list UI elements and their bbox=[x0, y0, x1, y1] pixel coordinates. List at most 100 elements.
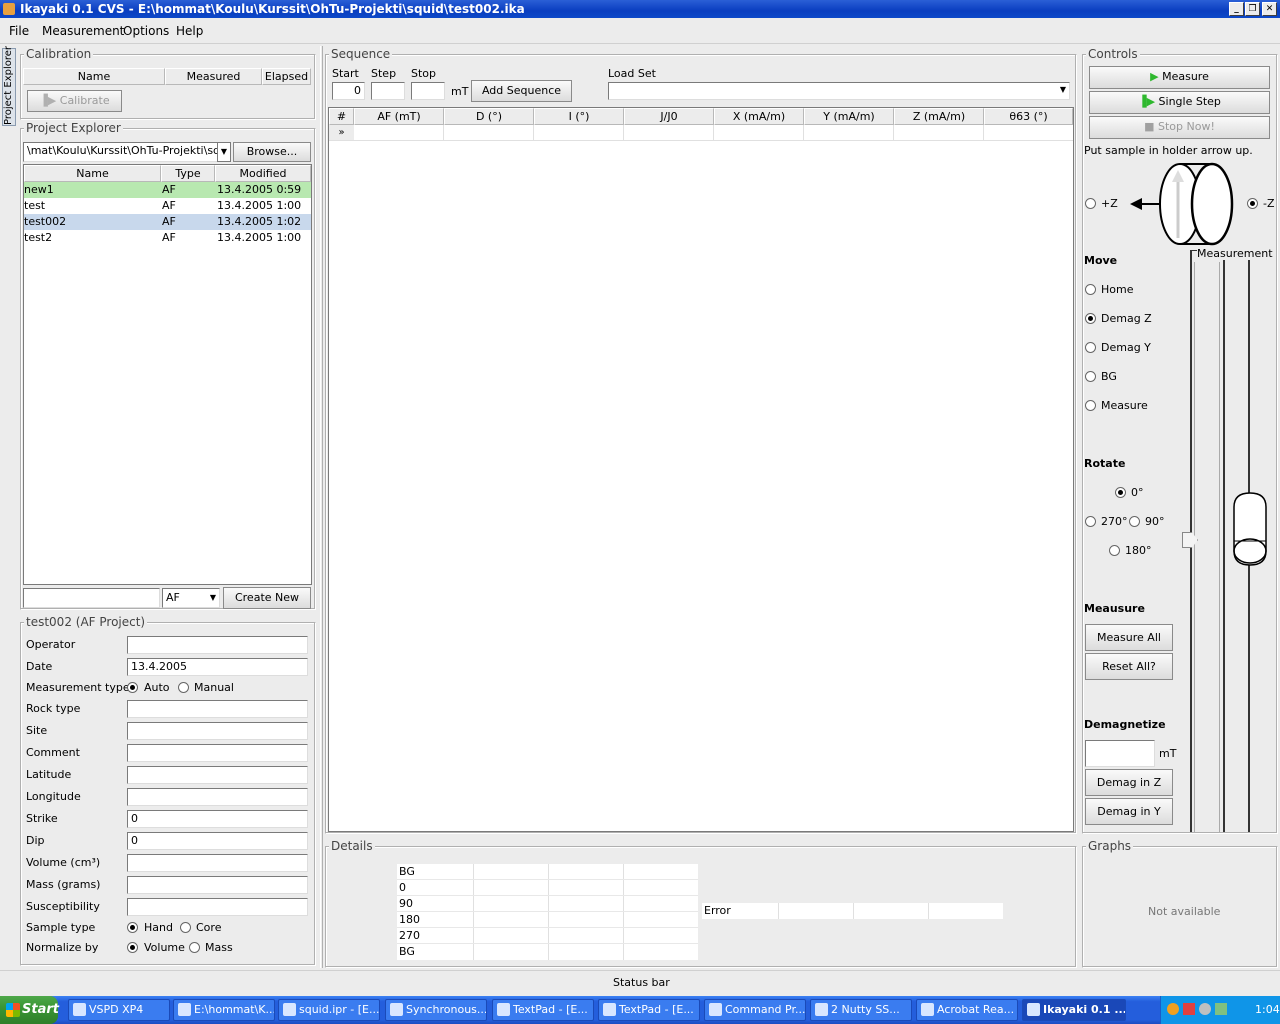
window-title-bar[interactable]: Ikayaki 0.1 CVS - E:\hommat\Koulu\Kurssi… bbox=[0, 0, 1280, 18]
tray-app-icon[interactable] bbox=[1199, 1003, 1211, 1015]
seq-col-x[interactable]: X (mA/m) bbox=[714, 108, 804, 125]
table-row-selected[interactable]: test002 AF 13.4.2005 1:02 bbox=[24, 214, 311, 230]
radio-label: 0° bbox=[1131, 486, 1144, 499]
vertical-splitter[interactable] bbox=[320, 46, 323, 968]
add-sequence-button[interactable]: Add Sequence bbox=[471, 80, 572, 102]
calibration-title: Calibration bbox=[24, 47, 94, 61]
taskbar-item[interactable]: TextPad - [E... bbox=[492, 999, 594, 1021]
taskbar-item[interactable]: Command Pr... bbox=[704, 999, 806, 1021]
taskbar-item[interactable]: TextPad - [E... bbox=[598, 999, 700, 1021]
stop-now-button[interactable]: ■ Stop Now! bbox=[1089, 116, 1270, 139]
minus-z-radio[interactable] bbox=[1247, 198, 1258, 209]
explorer-col-name[interactable]: Name bbox=[24, 165, 161, 182]
taskbar-item[interactable]: E:\hommat\K... bbox=[173, 999, 275, 1021]
seq-col-d[interactable]: D (°) bbox=[444, 108, 534, 125]
close-button[interactable]: ✕ bbox=[1262, 2, 1277, 16]
date-field[interactable]: 13.4.2005 bbox=[127, 658, 308, 676]
browse-button[interactable]: Browse... bbox=[233, 142, 311, 162]
minimize-button[interactable]: _ bbox=[1229, 2, 1244, 16]
measure-all-button[interactable]: Measure All bbox=[1085, 624, 1173, 651]
taskbar-item[interactable]: VSPD XP4 bbox=[68, 999, 170, 1021]
calibration-col-name[interactable]: Name bbox=[23, 68, 165, 85]
project-explorer-side-tab[interactable]: Project Explorer bbox=[2, 46, 16, 126]
explorer-col-type[interactable]: Type bbox=[161, 165, 215, 182]
start-button[interactable]: Start bbox=[0, 996, 59, 1024]
create-new-button[interactable]: Create New bbox=[223, 587, 311, 609]
field-label: Site bbox=[26, 724, 48, 737]
calibration-col-measured[interactable]: Measured bbox=[165, 68, 262, 85]
site-field[interactable] bbox=[127, 722, 308, 740]
calibration-col-elapsed[interactable]: Elapsed bbox=[262, 68, 311, 85]
move-home-radio[interactable] bbox=[1085, 284, 1096, 295]
table-row[interactable]: new1 AF 13.4.2005 0:59 bbox=[24, 182, 311, 198]
table-row[interactable]: test2 AF 13.4.2005 1:00 bbox=[24, 230, 311, 246]
load-set-select[interactable]: ▼ bbox=[608, 82, 1070, 100]
new-project-type-select[interactable]: AF ▼ bbox=[162, 588, 220, 608]
operator-field[interactable] bbox=[127, 636, 308, 654]
path-dropdown-icon[interactable]: ▼ bbox=[217, 142, 231, 162]
taskbar-item[interactable]: Synchronous... bbox=[385, 999, 487, 1021]
taskbar-item[interactable]: Acrobat Rea... bbox=[916, 999, 1018, 1021]
tray-app-icon[interactable] bbox=[1183, 1003, 1195, 1015]
demag-amplitude-input[interactable] bbox=[1085, 740, 1155, 767]
tray-app-icon[interactable] bbox=[1215, 1003, 1227, 1015]
taskbar-item[interactable]: squid.ipr - [E... bbox=[278, 999, 380, 1021]
measure-button[interactable]: ▶ Measure bbox=[1089, 66, 1270, 89]
longitude-field[interactable] bbox=[127, 788, 308, 806]
calibrate-button[interactable]: ▐▶ Calibrate bbox=[27, 90, 122, 112]
rotate-180-radio[interactable] bbox=[1109, 545, 1120, 556]
mass-field[interactable] bbox=[127, 876, 308, 894]
rotate-90-radio[interactable] bbox=[1129, 516, 1140, 527]
measurement-type-auto-radio[interactable] bbox=[127, 682, 138, 693]
sequence-step-input[interactable] bbox=[371, 82, 405, 100]
seq-col-z[interactable]: Z (mA/m) bbox=[894, 108, 984, 125]
taskbar-item[interactable]: 2 Nutty SS... bbox=[810, 999, 912, 1021]
seq-col-index[interactable]: # bbox=[329, 108, 354, 125]
new-row-marker: » bbox=[329, 125, 354, 140]
normalize-volume-radio[interactable] bbox=[127, 942, 138, 953]
plus-z-radio[interactable] bbox=[1085, 198, 1096, 209]
rotate-0-radio[interactable] bbox=[1115, 487, 1126, 498]
move-measure-radio[interactable] bbox=[1085, 400, 1096, 411]
tray-app-icon[interactable] bbox=[1167, 1003, 1179, 1015]
sample-type-core-radio[interactable] bbox=[180, 922, 191, 933]
rotate-270-radio[interactable] bbox=[1085, 516, 1096, 527]
seq-col-i[interactable]: I (°) bbox=[534, 108, 624, 125]
seq-col-j-j0[interactable]: J/J0 bbox=[624, 108, 714, 125]
demag-in-y-button[interactable]: Demag in Y bbox=[1085, 798, 1173, 825]
menu-file[interactable]: File bbox=[9, 24, 29, 38]
seq-col-theta63[interactable]: θ63 (°) bbox=[984, 108, 1073, 125]
move-demag-z-radio[interactable] bbox=[1085, 313, 1096, 324]
reset-all-button[interactable]: Reset All? bbox=[1085, 653, 1173, 680]
volume-field[interactable] bbox=[127, 854, 308, 872]
strike-field[interactable]: 0 bbox=[127, 810, 308, 828]
new-project-name-input[interactable] bbox=[23, 588, 160, 608]
seq-col-y[interactable]: Y (mA/m) bbox=[804, 108, 894, 125]
measurement-type-manual-radio[interactable] bbox=[178, 682, 189, 693]
explorer-col-modified[interactable]: Modified bbox=[215, 165, 311, 182]
table-row[interactable]: test AF 13.4.2005 1:00 bbox=[24, 198, 311, 214]
demag-in-z-button[interactable]: Demag in Z bbox=[1085, 769, 1173, 796]
sequence-new-row[interactable]: » bbox=[329, 125, 1073, 141]
clock[interactable]: 1:04 bbox=[1255, 1003, 1280, 1016]
move-demag-y-radio[interactable] bbox=[1085, 342, 1096, 353]
menu-options[interactable]: Options bbox=[123, 24, 169, 38]
directory-path-input[interactable]: \mat\Koulu\Kurssit\OhTu-Projekti\squid bbox=[23, 142, 218, 162]
seq-col-af[interactable]: AF (mT) bbox=[354, 108, 444, 125]
move-bg-radio[interactable] bbox=[1085, 371, 1096, 382]
comment-field[interactable] bbox=[127, 744, 308, 762]
dip-field[interactable]: 0 bbox=[127, 832, 308, 850]
susceptibility-field[interactable] bbox=[127, 898, 308, 916]
sequence-start-input[interactable]: 0 bbox=[332, 82, 365, 100]
menu-measurement[interactable]: Measurement bbox=[42, 24, 124, 38]
latitude-field[interactable] bbox=[127, 766, 308, 784]
maximize-button[interactable]: ❐ bbox=[1245, 2, 1260, 16]
menu-help[interactable]: Help bbox=[176, 24, 203, 38]
sequence-stop-input[interactable] bbox=[411, 82, 445, 100]
single-step-button[interactable]: ▐▶ Single Step bbox=[1089, 91, 1270, 114]
single-step-label: Single Step bbox=[1158, 95, 1221, 108]
sample-type-hand-radio[interactable] bbox=[127, 922, 138, 933]
rock-type-field[interactable] bbox=[127, 700, 308, 718]
taskbar-item-active[interactable]: Ikayaki 0.1 ... bbox=[1022, 999, 1126, 1021]
normalize-mass-radio[interactable] bbox=[189, 942, 200, 953]
